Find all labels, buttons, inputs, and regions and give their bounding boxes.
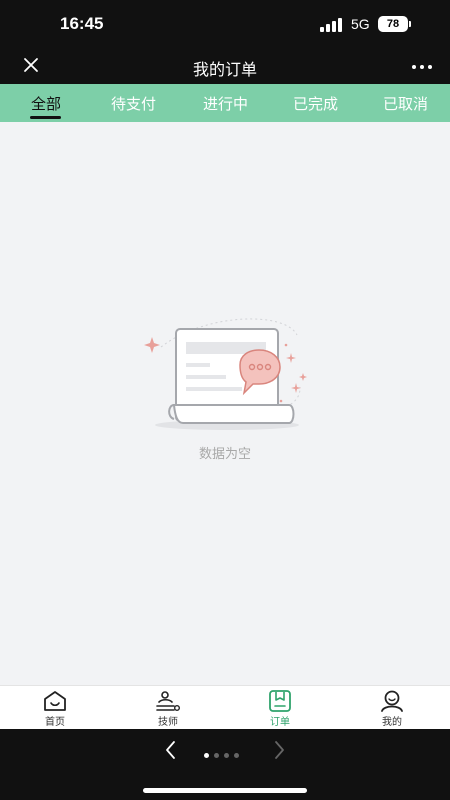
status-bar: 16:45 5G 78 (0, 0, 450, 48)
page-dot (214, 753, 219, 758)
bottom-nav: 首页 技师 订单 我的 (0, 685, 450, 729)
home-indicator[interactable] (143, 788, 307, 793)
title-bar: 我的订单 (0, 48, 450, 84)
battery-level: 78 (386, 18, 400, 30)
nav-profile-label: 我的 (382, 717, 402, 728)
active-tab-indicator (30, 116, 61, 119)
nav-technician[interactable]: 技师 (133, 690, 203, 728)
profile-icon (381, 690, 403, 712)
order-list-area: 数据为空 (0, 122, 450, 685)
page-dot (224, 753, 229, 758)
more-icon (412, 65, 432, 69)
forward-button[interactable] (268, 739, 290, 761)
order-icon (269, 690, 291, 712)
empty-state-text: 数据为空 (198, 447, 251, 462)
nav-order[interactable]: 订单 (245, 690, 315, 728)
tab-pending-payment[interactable]: 待支付 (111, 93, 156, 114)
nav-home-label: 首页 (45, 717, 65, 728)
battery-icon: 78 (378, 16, 408, 32)
battery-tip (409, 21, 411, 27)
empty-document-chat-icon (144, 318, 307, 430)
network-type: 5G (351, 16, 370, 32)
tab-cancelled[interactable]: 已取消 (383, 93, 428, 114)
signal-icon (320, 18, 342, 32)
nav-technician-label: 技师 (158, 717, 178, 728)
page-dot (234, 753, 239, 758)
order-tabs: 全部 待支付 进行中 已完成 已取消 (0, 84, 450, 122)
page-title: 我的订单 (192, 60, 257, 79)
nav-home[interactable]: 首页 (20, 690, 90, 728)
technician-icon (156, 691, 181, 711)
forward-icon (275, 741, 284, 759)
back-icon (166, 741, 175, 759)
nav-profile[interactable]: 我的 (357, 690, 427, 728)
browser-toolbar (0, 729, 450, 800)
nav-order-label: 订单 (270, 717, 290, 728)
back-button[interactable] (160, 739, 182, 761)
page-indicator (204, 753, 244, 759)
more-button[interactable] (405, 52, 439, 78)
tab-all[interactable]: 全部 (31, 93, 61, 114)
tab-in-progress[interactable]: 进行中 (203, 93, 248, 114)
status-time: 16:45 (60, 14, 104, 33)
home-icon (44, 691, 66, 711)
tab-completed[interactable]: 已完成 (293, 93, 338, 114)
page-dot (204, 753, 209, 758)
